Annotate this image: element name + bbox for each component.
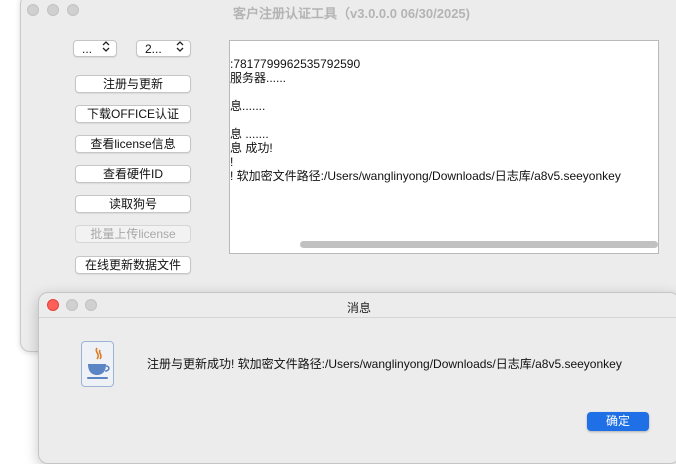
- window-title: 客户注册认证工具（v3.0.0.0 06/30/2025): [233, 6, 470, 21]
- batch-upload-license-button[interactable]: 批量上传license: [75, 225, 191, 243]
- dialog-title: 消息: [346, 301, 371, 315]
- horizontal-scrollbar[interactable]: [300, 241, 658, 248]
- view-license-button[interactable]: 查看license信息: [75, 135, 191, 153]
- left-select[interactable]: ...: [73, 40, 117, 57]
- log-line: 息.......: [230, 99, 266, 113]
- log-line: 息 成功!: [230, 141, 273, 155]
- update-data-file-button[interactable]: 在线更新数据文件: [75, 256, 191, 274]
- right-select[interactable]: 2...: [136, 40, 191, 57]
- left-select-value: ...: [82, 42, 93, 56]
- log-line: !: [230, 155, 234, 169]
- ok-button[interactable]: 确定: [587, 412, 649, 431]
- java-cup-icon: [81, 341, 114, 387]
- close-window-button[interactable]: [27, 4, 39, 16]
- chevron-updown-icon: [176, 41, 184, 58]
- log-text-area[interactable]: :7817799962535792590 服务器...... 息....... …: [229, 40, 659, 254]
- download-office-cert-button[interactable]: 下载OFFICE认证: [75, 105, 191, 123]
- message-dialog: 消息 注册与更新成功! 软加密文件路径:/Users/wanglinyong/D…: [38, 292, 676, 464]
- minimize-window-button[interactable]: [47, 4, 59, 16]
- log-line: ! 软加密文件路径:/Users/wanglinyong/Downloads/日…: [230, 169, 621, 183]
- log-line: 服务器......: [230, 71, 287, 85]
- view-hardware-id-button[interactable]: 查看硬件ID: [75, 165, 191, 183]
- log-line: 息 .......: [230, 127, 269, 141]
- main-titlebar: 客户注册认证工具（v3.0.0.0 06/30/2025): [21, 0, 676, 21]
- dialog-titlebar: 消息: [39, 293, 676, 318]
- register-update-button[interactable]: 注册与更新: [75, 75, 191, 93]
- read-dongle-button[interactable]: 读取狗号: [75, 195, 191, 213]
- log-line: :7817799962535792590: [230, 57, 361, 71]
- right-select-value: 2...: [145, 42, 162, 56]
- dialog-message: 注册与更新成功! 软加密文件路径:/Users/wanglinyong/Down…: [147, 357, 622, 371]
- zoom-window-button[interactable]: [67, 4, 79, 16]
- chevron-updown-icon: [102, 41, 110, 58]
